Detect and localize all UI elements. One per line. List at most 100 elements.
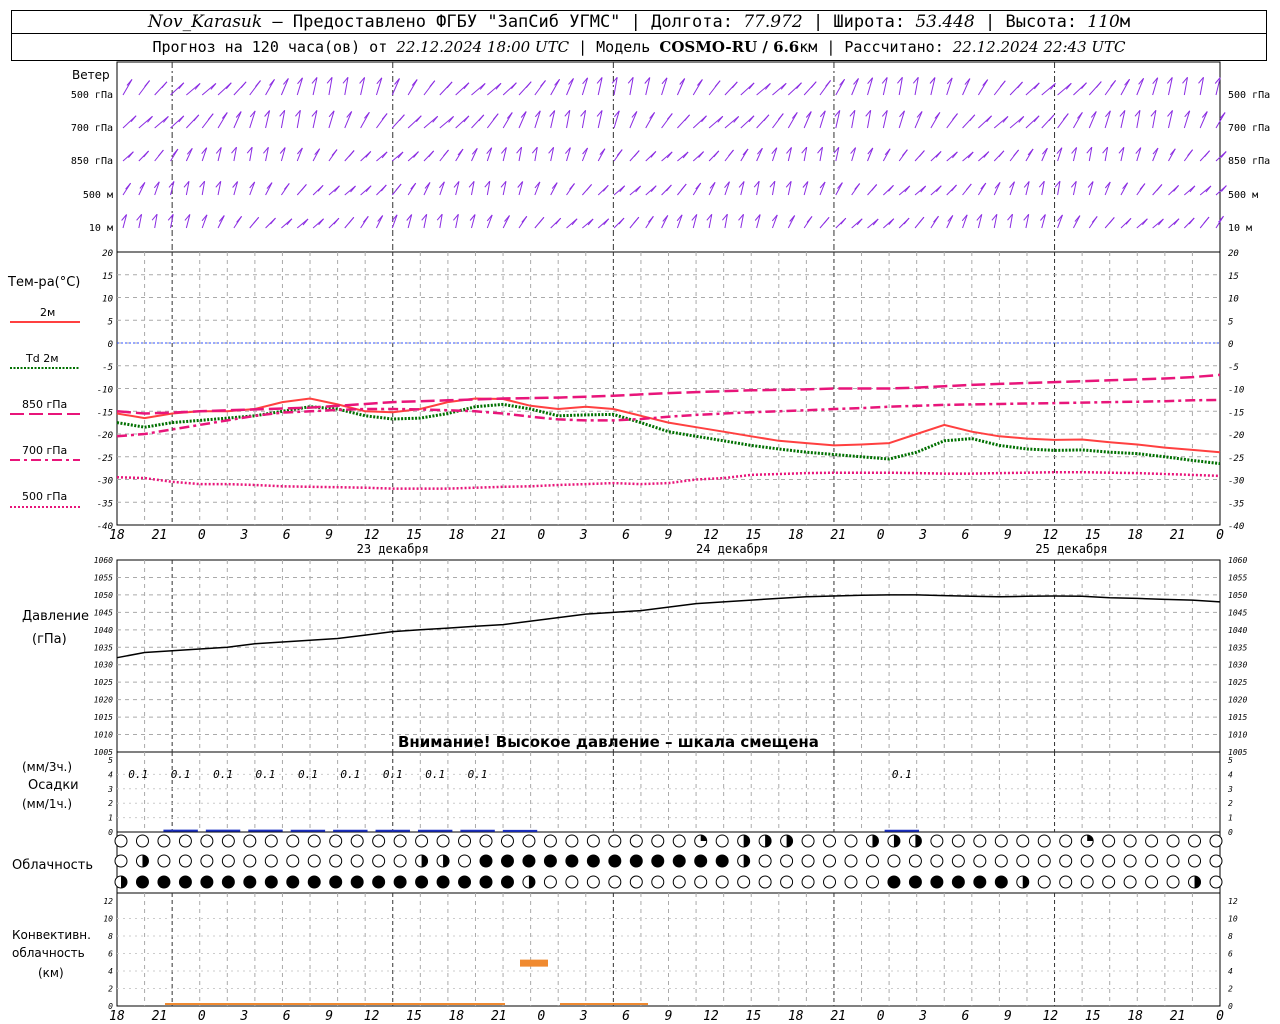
wind-barb-feather — [1108, 217, 1115, 224]
cloud-half — [121, 876, 127, 888]
pressure-tick-left: 1060 — [94, 556, 113, 565]
wind-barb-feather — [253, 216, 260, 224]
hour-tick-bottom: 3 — [579, 1009, 588, 1024]
hour-tick-top: 3 — [579, 528, 588, 543]
cloud-symbol — [372, 834, 386, 848]
hour-tick-bottom: 15 — [1085, 1009, 1101, 1024]
cloud-symbol — [1037, 834, 1051, 848]
wind-barb-feather — [415, 115, 422, 123]
wind-barb-feather — [511, 82, 517, 90]
wind-barb-feather — [650, 185, 657, 193]
precip-tick-left: 2 — [108, 799, 113, 808]
wind-barb — [851, 78, 859, 96]
cloud-symbol — [823, 875, 837, 889]
cloud-symbol — [930, 834, 944, 848]
cloud-symbol — [930, 875, 944, 889]
wind-level-label-right: 500 м — [1228, 190, 1258, 201]
cloud-symbol — [286, 834, 300, 848]
cloud-symbol — [458, 834, 472, 848]
cloud-symbol — [951, 854, 965, 868]
precip-tick-left: 0 — [108, 828, 113, 837]
wind-barb-feather — [603, 218, 610, 226]
hour-tick-bottom: 12 — [1042, 1009, 1058, 1024]
wind-barb-feather — [1033, 82, 1040, 90]
hour-tick-bottom: 15 — [406, 1009, 422, 1024]
wind-barb — [1136, 78, 1145, 96]
wind-barb — [534, 181, 541, 196]
cloud-symbol — [930, 854, 944, 868]
cloud-symbol — [801, 834, 815, 848]
cloud-quarter — [700, 835, 707, 841]
temp-tick-left: -35 — [97, 499, 113, 509]
wind-barb-feather — [1048, 114, 1055, 122]
day-label: 24 декабря — [696, 542, 768, 556]
wind-barb — [154, 181, 160, 196]
hour-tick-bottom: 15 — [746, 1009, 762, 1024]
wind-barb-feather — [521, 215, 528, 223]
cloud-symbol — [629, 834, 643, 848]
wind-barb-feather — [871, 184, 878, 191]
wind-barb-feather — [1062, 113, 1069, 120]
wind-barb-feather — [236, 215, 242, 223]
wind-barb-feather — [998, 150, 1005, 158]
cloud-symbol — [157, 875, 171, 889]
wind-barb-feather — [648, 215, 654, 223]
wind-barb-feather — [1188, 217, 1195, 225]
hour-tick-bottom: 9 — [325, 1009, 333, 1024]
wind-level-label-right: 850 гПа — [1228, 156, 1270, 167]
wind-barb-feather — [172, 148, 179, 156]
temp-tick-left: -15 — [97, 408, 113, 418]
precip-tick-right: 0 — [1228, 828, 1233, 837]
cloud-symbol — [264, 854, 278, 868]
precip-value: 0.1 — [383, 768, 403, 781]
wind-barb-feather — [255, 80, 261, 87]
wind-barb-feather — [680, 183, 687, 191]
hour-tick-top: 0 — [537, 528, 545, 543]
cloud-symbol — [1209, 834, 1223, 848]
cloud-symbol — [608, 875, 622, 889]
cloud-symbol — [329, 875, 343, 889]
wind-barb — [185, 148, 193, 162]
pressure-tick-right: 1010 — [1228, 731, 1247, 740]
cloud-half — [743, 835, 750, 847]
conv-tick-right: 6 — [1228, 950, 1233, 959]
wind-barb-feather — [428, 150, 435, 158]
precip-tick-right: 4 — [1228, 770, 1233, 779]
wind-level-label-right: 700 гПа — [1228, 123, 1270, 134]
wind-barb-feather — [728, 149, 734, 157]
cloud-symbol — [586, 875, 600, 889]
cloud-half — [915, 835, 922, 847]
cloud-half — [893, 835, 900, 847]
temp-tick-left: -5 — [102, 363, 113, 373]
wind-barb-feather — [538, 216, 545, 224]
cloud-symbol — [221, 875, 235, 889]
cloud-symbol — [436, 875, 450, 889]
precip-3h-label: (мм/3ч.) — [22, 760, 73, 774]
cloud-symbol — [1166, 854, 1180, 868]
wind-barb-feather — [381, 113, 388, 120]
wind-barb-feather — [240, 81, 247, 89]
wind-barb-feather — [1156, 184, 1163, 191]
pressure-tick-right: 1060 — [1228, 556, 1247, 565]
cloud-symbol — [479, 875, 493, 889]
cloud-symbol — [307, 854, 321, 868]
wind-barb — [1057, 214, 1063, 229]
cloud-symbol — [994, 834, 1008, 848]
wind-barb-feather — [1204, 150, 1210, 158]
cloud-symbol — [1059, 834, 1073, 848]
hour-tick-bottom: 0 — [1216, 1009, 1224, 1024]
wind-barb — [1199, 111, 1208, 129]
cloud-symbol — [865, 875, 879, 889]
wind-barb-feather — [395, 183, 402, 191]
cloud-symbol — [200, 834, 214, 848]
precip-tick-right: 1 — [1228, 814, 1233, 823]
cloud-half — [743, 855, 750, 867]
legend-t2m: 2м — [40, 306, 56, 319]
precip-value: 0.1 — [425, 768, 445, 781]
temp-tick-right: 10 — [1228, 295, 1239, 305]
cloud-symbol — [758, 875, 772, 889]
wind-label: Ветер — [72, 68, 110, 82]
cloud-symbol — [715, 834, 729, 848]
hour-tick-top: 3 — [918, 528, 927, 543]
cloud-symbol — [951, 875, 965, 889]
